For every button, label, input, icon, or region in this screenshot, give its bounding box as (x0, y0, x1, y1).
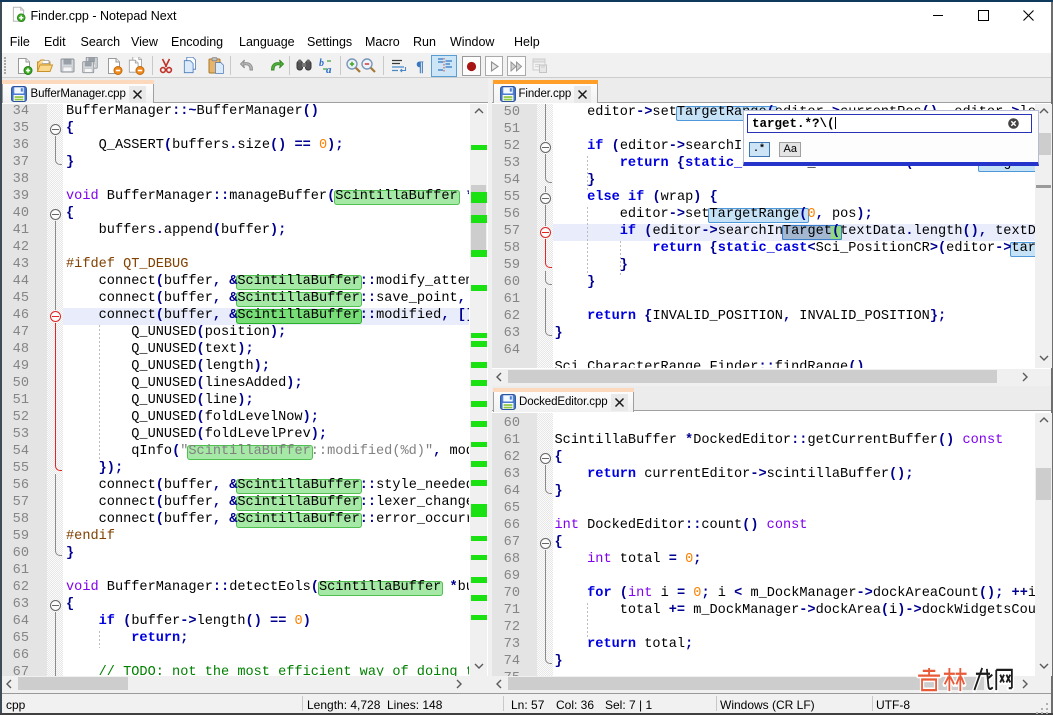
svg-text:¶: ¶ (416, 59, 424, 75)
svg-text:b: b (319, 58, 324, 69)
